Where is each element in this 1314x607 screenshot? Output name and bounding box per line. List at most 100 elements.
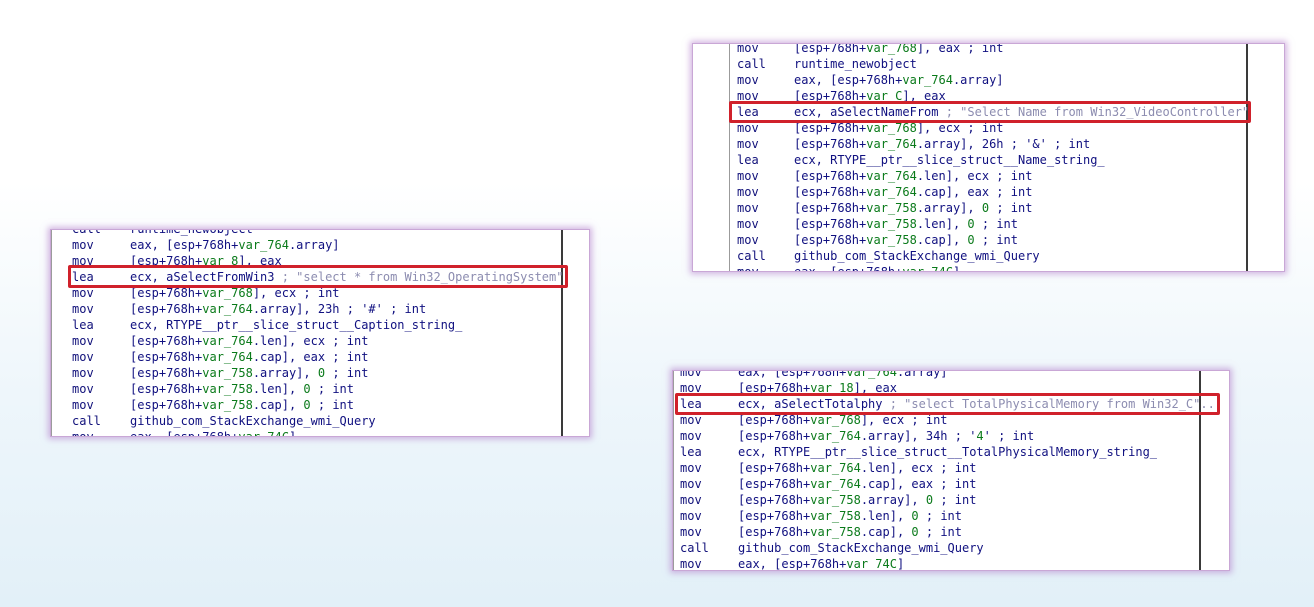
instruction-mnemonic: mov bbox=[72, 238, 94, 252]
code-line: lea ecx, RTYPE__ptr__slice_struct__Captio… bbox=[51, 317, 589, 333]
code-line: mov [esp+768h+var_764.len], ecx ; int bbox=[673, 460, 1229, 476]
instruction-operands: [esp+768h+var_764.array], 34h ; '4' ; in… bbox=[738, 428, 1034, 444]
instruction-mnemonic: mov bbox=[72, 398, 94, 412]
instruction-operands: eax, [esp+768h+var_764.array] bbox=[130, 237, 340, 253]
code-line: mov eax, [esp+768h+var_74C] bbox=[693, 264, 1284, 272]
instruction-operands: [esp+768h+var_764.cap], eax ; int bbox=[130, 349, 368, 365]
instruction-operands: github_com_StackExchange_wmi_Query bbox=[738, 540, 984, 556]
instruction-operands: eax, [esp+768h+var_764.array] bbox=[738, 371, 948, 380]
operand-text: eax, [esp+768h+var_764.array] bbox=[130, 238, 340, 252]
code-line: call github_com_StackExchange_wmi_Query bbox=[673, 540, 1229, 556]
code-line: lea ecx, RTYPE__ptr__slice_struct__TotalP… bbox=[673, 444, 1229, 460]
instruction-mnemonic: mov bbox=[72, 366, 94, 380]
instruction-mnemonic: mov bbox=[737, 137, 759, 151]
instruction-operands: [esp+768h+var_758.len], 0 ; int bbox=[130, 381, 354, 397]
disasm-listing: call runtime_newobjectmov eax, [esp+768h+v… bbox=[51, 229, 589, 437]
instruction-mnemonic: mov bbox=[737, 265, 759, 272]
instruction-operands: ecx, RTYPE__ptr__slice_struct__Name_stri… bbox=[794, 152, 1105, 168]
operand-text: runtime_newobject bbox=[130, 229, 253, 236]
operand-text: ecx, RTYPE__ptr__slice_struct__Name_stri… bbox=[794, 153, 1105, 167]
instruction-mnemonic: lea bbox=[737, 153, 759, 167]
instruction-operands: [esp+768h+var_764.cap], eax ; int bbox=[738, 476, 976, 492]
instruction-mnemonic: mov bbox=[680, 461, 702, 475]
operand-text: eax, [esp+768h+var_74C] bbox=[130, 430, 297, 437]
operand-text: ecx, RTYPE__ptr__slice_struct__TotalPhys… bbox=[738, 445, 1158, 459]
operand-text: [esp+768h+var_764.array], 34h ; '4' ; in… bbox=[738, 429, 1035, 443]
instruction-mnemonic: mov bbox=[680, 493, 702, 507]
operand-text: [esp+768h+var_758.cap], 0 ; int bbox=[794, 233, 1018, 247]
code-line: call runtime_newobject bbox=[693, 56, 1284, 72]
instruction-mnemonic: mov bbox=[680, 370, 702, 379]
disasm-listing: mov [esp+768h+var_768], eax ; int call runt… bbox=[693, 43, 1284, 272]
instruction-operands: [esp+768h+var_758.cap], 0 ; int bbox=[738, 524, 962, 540]
instruction-mnemonic: mov bbox=[737, 201, 759, 215]
instruction-mnemonic: lea bbox=[72, 318, 94, 332]
instruction-operands: [esp+768h+var_768], eax ; int bbox=[794, 44, 1004, 56]
instruction-mnemonic: mov bbox=[680, 525, 702, 539]
operand-text: [esp+768h+var_758.array], 0 ; int bbox=[794, 201, 1033, 215]
instruction-operands: eax, [esp+768h+var_74C] bbox=[738, 556, 904, 570]
highlight-box-select-memory bbox=[675, 393, 1220, 415]
code-line: mov [esp+768h+var_764.len], ecx ; int bbox=[693, 168, 1284, 184]
instruction-mnemonic: mov bbox=[737, 185, 759, 199]
code-line: mov [esp+768h+var_758.cap], 0 ; int bbox=[51, 397, 589, 413]
code-line: mov [esp+768h+var_764.cap], eax ; int bbox=[693, 184, 1284, 200]
instruction-mnemonic: mov bbox=[680, 557, 702, 571]
instruction-mnemonic: mov bbox=[680, 429, 702, 443]
operand-text: ecx, RTYPE__ptr__slice_struct__Caption_s… bbox=[130, 318, 463, 332]
instruction-operands: [esp+768h+var_758.cap], 0 ; int bbox=[794, 232, 1018, 248]
code-line: call github_com_StackExchange_wmi_Query bbox=[51, 413, 589, 429]
instruction-mnemonic: mov bbox=[737, 43, 759, 55]
operand-text: github_com_StackExchange_wmi_Query bbox=[738, 541, 984, 555]
operand-text: [esp+768h+var_768], ecx ; int bbox=[738, 413, 948, 427]
instruction-mnemonic: mov bbox=[72, 350, 94, 364]
instruction-mnemonic: call bbox=[680, 541, 709, 555]
code-line: mov eax, [esp+768h+var_764.array] bbox=[693, 72, 1284, 88]
operand-text: [esp+768h+var_764.cap], eax ; int bbox=[738, 477, 977, 491]
instruction-mnemonic: call bbox=[737, 57, 766, 71]
code-line: mov eax, [esp+768h+var_74C] bbox=[51, 429, 589, 437]
instruction-operands: [esp+768h+var_764.len], ecx ; int bbox=[738, 460, 976, 476]
code-line: mov [esp+768h+var_758.array], 0 ; int bbox=[51, 365, 589, 381]
operand-text: [esp+768h+var_764.len], ecx ; int bbox=[738, 461, 977, 475]
operand-text: [esp+768h+var_758.cap], 0 ; int bbox=[130, 398, 354, 412]
code-line: mov [esp+768h+var_758.len], 0 ; int bbox=[673, 508, 1229, 524]
code-line: mov [esp+768h+var_758.array], 0 ; int bbox=[673, 492, 1229, 508]
instruction-operands: runtime_newobject bbox=[130, 229, 253, 237]
operand-text: eax, [esp+768h+var_74C] bbox=[794, 265, 961, 272]
instruction-operands: [esp+768h+var_764.cap], eax ; int bbox=[794, 184, 1032, 200]
code-line: mov [esp+768h+var_768], eax ; int bbox=[693, 43, 1284, 56]
operand-text: github_com_StackExchange_wmi_Query bbox=[794, 249, 1040, 263]
operand-text: [esp+768h+var_758.array], 0 ; int bbox=[738, 493, 977, 507]
instruction-operands: [esp+768h+var_758.array], 0 ; int bbox=[738, 492, 976, 508]
code-line: mov [esp+768h+var_758.array], 0 ; int bbox=[693, 200, 1284, 216]
instruction-operands: [esp+768h+var_758.len], 0 ; int bbox=[794, 216, 1018, 232]
operand-text: [esp+768h+var_758.len], 0 ; int bbox=[794, 217, 1018, 231]
instruction-mnemonic: mov bbox=[680, 477, 702, 491]
disasm-panel-video-controller: mov [esp+768h+var_768], eax ; int call runt… bbox=[692, 43, 1285, 272]
instruction-mnemonic: mov bbox=[737, 169, 759, 183]
operand-text: [esp+768h+var_764.cap], eax ; int bbox=[130, 350, 369, 364]
operand-text: [esp+768h+var_764.cap], eax ; int bbox=[794, 185, 1033, 199]
operand-text: [esp+768h+var_758.array], 0 ; int bbox=[130, 366, 369, 380]
operand-text: [esp+768h+var_768], ecx ; int bbox=[130, 286, 340, 300]
instruction-operands: [esp+768h+var_758.len], 0 ; int bbox=[738, 508, 962, 524]
instruction-mnemonic: mov bbox=[737, 217, 759, 231]
operand-text: eax, [esp+768h+var_764.array] bbox=[794, 73, 1004, 87]
code-line: mov eax, [esp+768h+var_764.array] bbox=[673, 370, 1229, 380]
instruction-operands: [esp+768h+var_764.len], ecx ; int bbox=[794, 168, 1032, 184]
highlight-box-select-video bbox=[729, 101, 1251, 123]
operand-text: [esp+768h+var_758.len], 0 ; int bbox=[738, 509, 962, 523]
code-line: mov [esp+768h+var_758.len], 0 ; int bbox=[693, 216, 1284, 232]
instruction-operands: github_com_StackExchange_wmi_Query bbox=[130, 413, 376, 429]
instruction-mnemonic: mov bbox=[72, 430, 94, 437]
operand-text: runtime_newobject bbox=[794, 57, 917, 71]
code-line: mov [esp+768h+var_758.cap], 0 ; int bbox=[673, 524, 1229, 540]
code-line: mov eax, [esp+768h+var_74C] bbox=[673, 556, 1229, 571]
code-line: mov [esp+768h+var_764.cap], eax ; int bbox=[51, 349, 589, 365]
instruction-mnemonic: mov bbox=[72, 302, 94, 316]
instruction-mnemonic: call bbox=[72, 414, 101, 428]
instruction-mnemonic: mov bbox=[72, 334, 94, 348]
operand-text: [esp+768h+var_768], ecx ; int bbox=[794, 121, 1004, 135]
instruction-mnemonic: mov bbox=[72, 382, 94, 396]
